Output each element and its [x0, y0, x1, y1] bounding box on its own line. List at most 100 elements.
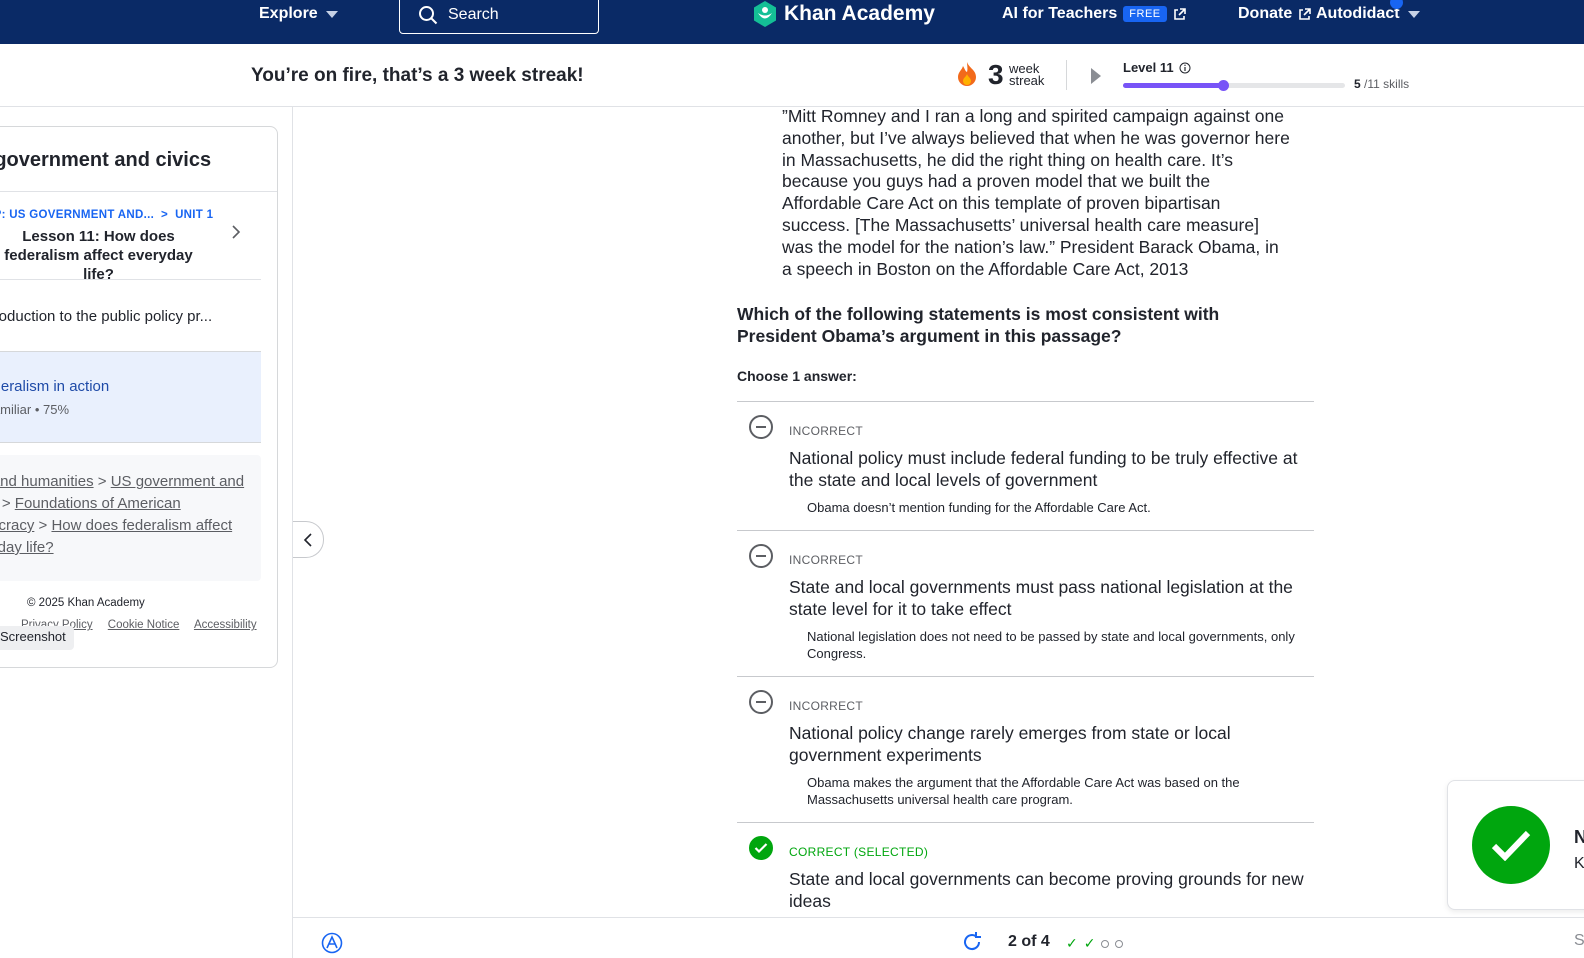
- donate-link[interactable]: Donate: [1238, 5, 1312, 23]
- external-link-icon: [1299, 7, 1312, 20]
- cookie-notice-link[interactable]: Cookie Notice: [108, 619, 180, 631]
- choice-text: National policy change rarely emerges fr…: [789, 723, 1231, 765]
- breadcrumb-link[interactable]: How does federalism affect everyday life…: [0, 517, 232, 556]
- play-icon[interactable]: [1091, 68, 1101, 84]
- progress-dots: ✓ ✓: [1066, 935, 1124, 952]
- divider: [1066, 60, 1067, 90]
- user-name: Autodidact: [1316, 5, 1400, 22]
- crumb-separator: >: [157, 209, 172, 221]
- choice-status: CORRECT (SELECTED): [789, 845, 929, 859]
- streak-unit-line2: streak: [1009, 73, 1045, 88]
- user-menu[interactable]: Autodidact: [1316, 5, 1420, 23]
- streak-count: 3: [988, 59, 1004, 90]
- copyright: © 2025 Khan Academy: [27, 597, 145, 609]
- choice-status: INCORRECT: [789, 699, 864, 713]
- external-link-icon: [1173, 7, 1186, 20]
- breadcrumb-link[interactable]: Arts and humanities: [0, 473, 94, 490]
- accessibility-icon[interactable]: [321, 932, 343, 954]
- khan-academy-logo[interactable]: Khan Academy: [752, 0, 935, 28]
- success-card: N K: [1447, 780, 1584, 910]
- streak-bar: You’re on fire, that’s a 3 week streak! …: [0, 44, 1584, 107]
- choice-text: State and local governments must pass na…: [789, 577, 1293, 619]
- breadcrumb-separator: >: [38, 517, 52, 534]
- chevron-left-icon: [303, 532, 312, 547]
- passage-quote: ”Mitt Romney and I ran a long and spirit…: [782, 106, 1290, 279]
- answer-choice[interactable]: INCORRECT National policy change rarely …: [737, 677, 1314, 823]
- active-item-mastery: Familiar • 75%: [0, 402, 70, 417]
- choice-rationale: Obama doesn’t mention funding for the Af…: [807, 500, 1151, 515]
- explore-menu[interactable]: Explore: [259, 5, 338, 23]
- sidebar-item-intro-public-policy[interactable]: Introduction to the public policy pr...: [0, 308, 212, 325]
- success-title: N: [1574, 827, 1584, 847]
- chevron-right-icon[interactable]: [231, 224, 241, 240]
- breadcrumb-separator: >: [1, 495, 15, 512]
- streak-message: You’re on fire, that’s a 3 week streak!: [251, 65, 584, 86]
- collapse-sidebar-button[interactable]: [293, 521, 324, 558]
- answer-choice-selected[interactable]: CORRECT (SELECTED) State and local gover…: [737, 823, 1314, 926]
- chevron-down-icon: [325, 10, 338, 18]
- divider: [0, 191, 277, 192]
- choose-label: Choose 1 answer:: [737, 368, 857, 384]
- question-progress: 2 of 4: [1008, 933, 1050, 950]
- skills-count: 5 /11 skills: [1354, 77, 1409, 91]
- skip-button[interactable]: S: [1574, 932, 1584, 950]
- level-label: Level 11: [1123, 60, 1191, 75]
- sidebar-item-federalism-in-action[interactable]: Federalism in action Familiar • 75%: [0, 351, 261, 443]
- choice-text: National policy must include federal fun…: [789, 448, 1298, 490]
- choice-status: INCORRECT: [789, 553, 864, 567]
- success-subtitle: K: [1574, 855, 1584, 872]
- level-text: Level 11: [1123, 60, 1174, 75]
- accessibility-link[interactable]: Accessibility: [194, 619, 257, 631]
- answer-choice[interactable]: INCORRECT National policy must include f…: [737, 402, 1314, 531]
- minus-circle-icon: [749, 544, 773, 568]
- choice-text: State and local governments can become p…: [789, 869, 1304, 911]
- answer-choice[interactable]: INCORRECT State and local governments mu…: [737, 531, 1314, 677]
- free-badge: FREE: [1123, 6, 1167, 22]
- top-nav: Explore Search Khan Academy AI for Teach…: [0, 0, 1584, 44]
- lesson-title[interactable]: Lesson 11: How does federalism affect ev…: [0, 227, 206, 284]
- info-icon[interactable]: [1179, 62, 1191, 74]
- logo-icon: [754, 1, 776, 27]
- answer-choices: INCORRECT National policy must include f…: [737, 401, 1314, 926]
- refresh-icon[interactable]: [961, 931, 983, 953]
- donate-label: Donate: [1238, 5, 1293, 22]
- search-placeholder: Search: [448, 6, 499, 23]
- check-icon: ✓: [1066, 935, 1078, 951]
- skills-total: /11 skills: [1364, 77, 1410, 91]
- screenshot-tooltip: Screenshot: [0, 626, 74, 650]
- level-progress-knob: [1217, 80, 1229, 91]
- skills-done: 5: [1354, 77, 1361, 91]
- level-progress-bar: [1123, 80, 1345, 91]
- logo-text: Khan Academy: [784, 2, 935, 25]
- question-prompt: Which of the following statements is mos…: [737, 304, 1220, 346]
- flame-icon: [958, 62, 976, 86]
- ai-for-teachers-link[interactable]: AI for Teachers FREE: [1002, 5, 1186, 23]
- course-title: US government and civics: [0, 149, 212, 171]
- ai-label: AI for Teachers: [1002, 5, 1118, 22]
- minus-circle-icon: [749, 690, 773, 714]
- pending-dot-icon: [1101, 939, 1110, 948]
- check-icon: [1472, 806, 1550, 884]
- course-sidebar: US government and civics AP: US GOVERNME…: [0, 126, 278, 668]
- unit-breadcrumb[interactable]: AP: US GOVERNMENT AND... > UNIT 1: [0, 209, 213, 221]
- choice-rationale: Obama makes the argument that the Afford…: [807, 775, 1240, 807]
- level-progress-fill: [1123, 83, 1223, 88]
- active-item-title: Federalism in action: [0, 378, 110, 395]
- divider: [0, 279, 261, 280]
- pending-dot-icon: [1115, 939, 1124, 948]
- choice-status: INCORRECT: [789, 424, 864, 438]
- check-icon: ✓: [1083, 935, 1096, 951]
- exercise-footer: 2 of 4 ✓ ✓ S: [293, 917, 1584, 958]
- chevron-down-icon: [1407, 10, 1420, 18]
- crumb-unit[interactable]: UNIT 1: [175, 209, 213, 221]
- breadcrumb: Arts and humanities > US government and …: [0, 455, 261, 581]
- minus-circle-icon: [749, 415, 773, 439]
- search-input[interactable]: Search: [399, 0, 599, 34]
- breadcrumb-links: Arts and humanities > US government and …: [0, 471, 251, 559]
- crumb-course[interactable]: AP: US GOVERNMENT AND...: [0, 209, 154, 221]
- choice-rationale: National legislation does not need to be…: [807, 629, 1295, 661]
- breadcrumb-separator: >: [97, 473, 111, 490]
- streak-unit: week streak: [1009, 62, 1045, 88]
- check-circle-icon: [749, 836, 773, 860]
- explore-label: Explore: [259, 5, 318, 22]
